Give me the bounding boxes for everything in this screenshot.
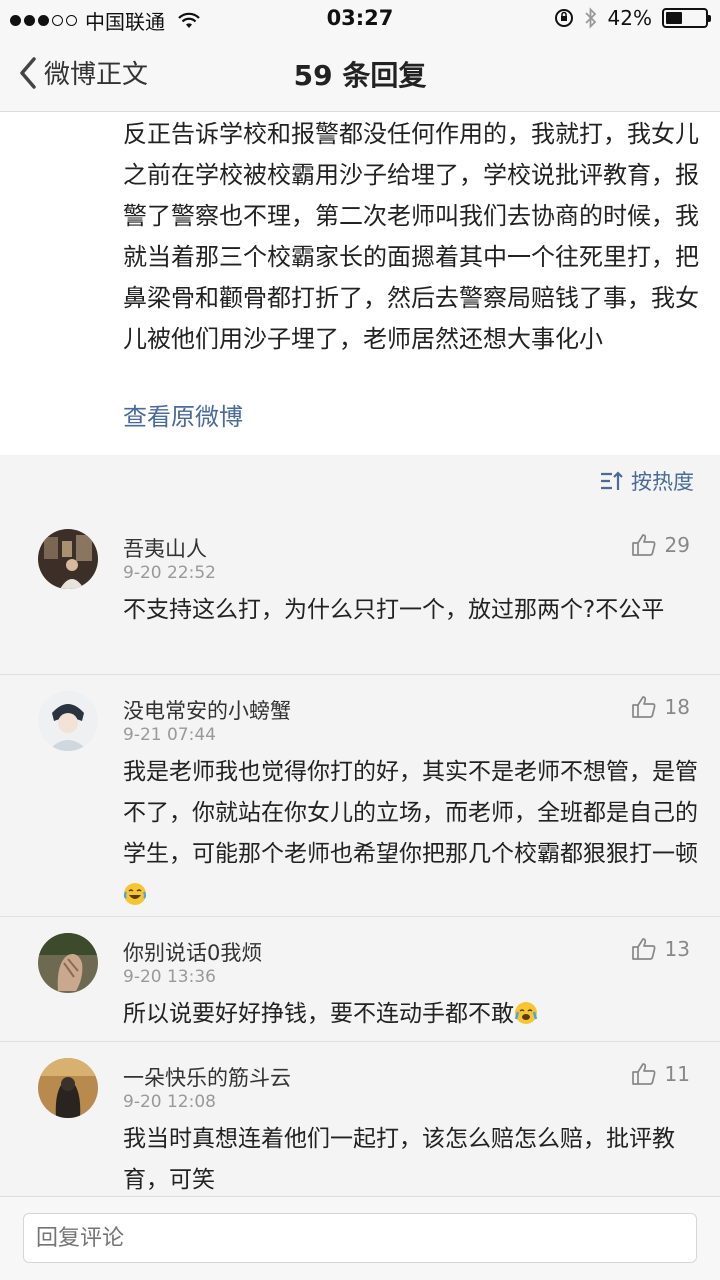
comment-text: 不支持这么打，为什么只打一个，放过那两个?不公平 (123, 597, 665, 623)
sort-label: 按热度 (631, 470, 694, 494)
nav-bar: 微博正文 59 条回复 (0, 40, 720, 112)
thumbs-up-icon (631, 938, 655, 960)
comment-author[interactable]: 没电常安的小螃蟹 (123, 695, 291, 725)
like-count: 29 (664, 533, 690, 557)
chevron-left-icon (20, 56, 36, 89)
comment-time: 9-20 22:52 (123, 563, 216, 583)
comment-item: 没电常安的小螃蟹 9-21 07:44 18 我是老师我也觉得你打的好，其实不是… (0, 674, 720, 916)
comment-text: 我当时真想连着他们一起打，该怎么赔怎么赔，批评教育，可笑 (123, 1126, 675, 1193)
like-count: 13 (664, 937, 690, 961)
comment-item: 一朵快乐的筋斗云 9-20 12:08 11 我当时真想连着他们一起打，该怎么赔… (0, 1041, 720, 1197)
back-button[interactable]: 微博正文 (18, 54, 148, 91)
bluetooth-icon (584, 7, 596, 29)
orientation-lock-icon (554, 9, 573, 27)
comment-list: 吾夷山人 9-20 22:52 29 不支持这么打，为什么只打一个，放过那两个?… (0, 513, 720, 1197)
like-button[interactable]: 11 (631, 1062, 690, 1086)
battery-icon (662, 8, 711, 28)
comment-item: 你别说话0我烦 9-20 13:36 13 所以说要好好挣钱，要不连动手都不敢 (0, 916, 720, 1041)
status-bar: 中国联通 03:27 42% (0, 0, 720, 40)
avatar[interactable] (38, 1058, 98, 1118)
back-label: 微博正文 (44, 60, 149, 90)
reply-bar (0, 1196, 720, 1280)
comment-text: 我是老师我也觉得你打的好，其实不是老师不想管，是管不了，你就站在你女儿的立场，而… (123, 752, 698, 916)
comment-text-content: 我是老师我也觉得你打的好，其实不是老师不想管，是管不了，你就站在你女儿的立场，而… (123, 759, 698, 867)
comment-time: 9-21 07:44 (123, 725, 216, 745)
battery-fill (666, 12, 682, 24)
comment-text-content: 所以说要好好挣钱，要不连动手都不敢 (123, 1001, 514, 1027)
like-button[interactable]: 13 (631, 937, 690, 961)
thumbs-up-icon (631, 534, 655, 556)
reply-comment-input[interactable] (23, 1213, 697, 1263)
post-text: 反正告诉学校和报警都没任何作用的，我就打，我女儿之前在学校被校霸用沙子给埋了，学… (123, 120, 699, 353)
comment-author[interactable]: 你别说话0我烦 (123, 937, 262, 967)
battery-percent: 42% (607, 6, 652, 30)
thumbs-up-icon (631, 1063, 655, 1085)
like-button[interactable]: 29 (631, 533, 690, 557)
comment-text: 所以说要好好挣钱，要不连动手都不敢 (123, 994, 698, 1035)
original-post: 反正告诉学校和报警都没任何作用的，我就打，我女儿之前在学校被校霸用沙子给埋了，学… (0, 112, 720, 455)
like-button[interactable]: 18 (631, 695, 690, 719)
view-original-link[interactable]: 查看原微博 (123, 397, 243, 432)
sort-icon (601, 471, 623, 490)
crying-laughing-emoji-icon (514, 1002, 538, 1024)
comment-author[interactable]: 吾夷山人 (123, 533, 207, 563)
comment-item: 吾夷山人 9-20 22:52 29 不支持这么打，为什么只打一个，放过那两个?… (0, 513, 720, 674)
comment-time: 9-20 13:36 (123, 967, 216, 987)
avatar[interactable] (38, 529, 98, 589)
sort-by-hot-button[interactable]: 按热度 (599, 466, 694, 496)
comment-time: 9-20 12:08 (123, 1092, 216, 1112)
status-right: 42% (554, 6, 711, 30)
like-count: 18 (664, 695, 690, 719)
laughing-tears-emoji-icon (123, 883, 147, 905)
thumbs-up-icon (631, 696, 655, 718)
like-count: 11 (664, 1062, 690, 1086)
avatar[interactable] (38, 933, 98, 993)
avatar[interactable] (38, 691, 98, 751)
comment-author[interactable]: 一朵快乐的筋斗云 (123, 1062, 291, 1092)
